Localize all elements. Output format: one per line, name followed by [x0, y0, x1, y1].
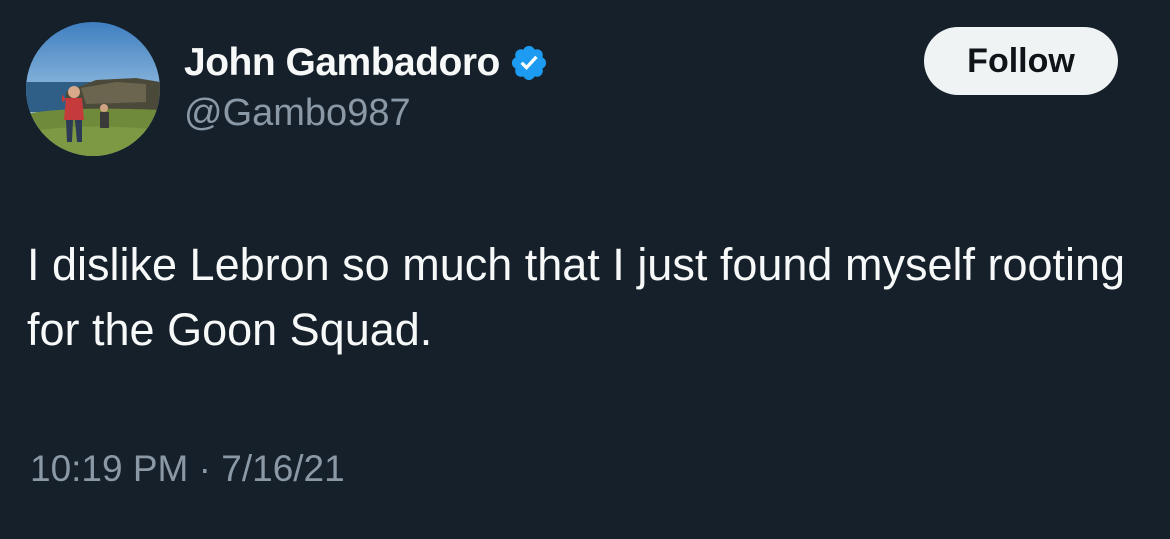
user-info: John Gambadoro @Gambo987	[184, 38, 549, 135]
avatar-photo	[26, 22, 160, 156]
timestamp-separator: ·	[198, 448, 211, 489]
tweet-text: I dislike Lebron so much that I just fou…	[27, 239, 1138, 355]
tweet-date[interactable]: 7/16/21	[221, 448, 344, 489]
follow-button[interactable]: Follow	[924, 27, 1118, 95]
tweet-time[interactable]: 10:19 PM	[30, 448, 188, 489]
user-handle[interactable]: @Gambo987	[184, 92, 549, 135]
tweet-card: John Gambadoro @Gambo987 Follow I dislik…	[0, 0, 1170, 539]
avatar[interactable]	[26, 22, 160, 156]
display-name[interactable]: John Gambadoro	[184, 41, 500, 85]
verified-badge-icon	[509, 43, 549, 83]
name-row: John Gambadoro	[184, 38, 549, 88]
tweet-timestamp: 10:19 PM · 7/16/21	[30, 448, 345, 490]
